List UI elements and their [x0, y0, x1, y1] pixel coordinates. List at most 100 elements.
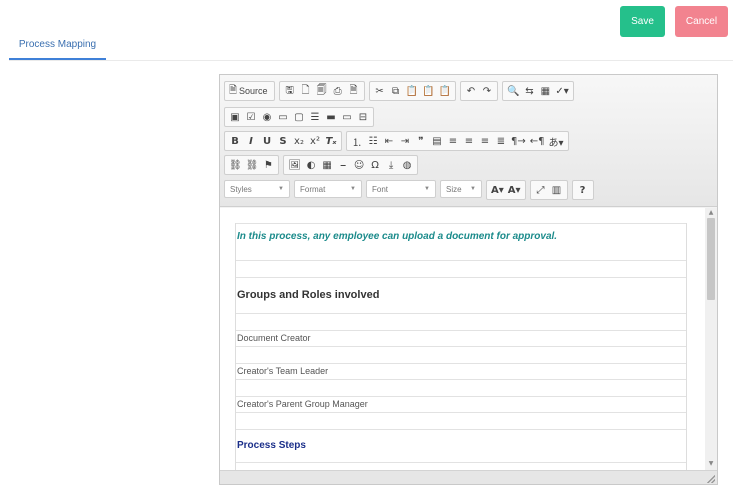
- table-row: [236, 260, 686, 277]
- ltr-icon[interactable]: ¶→: [509, 133, 528, 149]
- editor-content[interactable]: In this process, any employee can upload…: [220, 208, 705, 470]
- div-icon[interactable]: ▤: [429, 133, 445, 149]
- toolbar-group: ⤢ ▥: [529, 180, 568, 200]
- special-char-icon[interactable]: Ω: [367, 157, 383, 173]
- strike-icon[interactable]: S: [275, 133, 291, 149]
- outdent-icon[interactable]: ⇤: [381, 133, 397, 149]
- toolbar-group: ⒈ ☷ ⇤ ⇥ ❞ ▤ ≡ ≡ ≡ ≣ ¶→ ←¶ あ▾: [346, 131, 569, 151]
- redo-icon[interactable]: ↷: [479, 83, 495, 99]
- text-color-icon[interactable]: A▾: [489, 182, 506, 198]
- horizontal-line-icon[interactable]: ⎯: [335, 157, 351, 173]
- remove-format-icon[interactable]: Tₓ: [323, 133, 339, 149]
- bold-icon[interactable]: B: [227, 133, 243, 149]
- toolbar-group: ?: [571, 180, 594, 200]
- cut-icon[interactable]: ✂: [372, 83, 388, 99]
- roles-heading: Groups and Roles involved: [236, 277, 686, 313]
- toolbar-group: ⛓ ⛓ ⚑: [224, 155, 280, 175]
- undo-icon[interactable]: ↶: [463, 83, 479, 99]
- editor-scrollbar[interactable]: ▲ ▼: [705, 208, 717, 470]
- save-button[interactable]: Save: [620, 6, 665, 37]
- select-all-icon[interactable]: ▦: [537, 83, 553, 99]
- italic-icon[interactable]: I: [243, 133, 259, 149]
- numbered-list-icon[interactable]: ⒈: [349, 133, 365, 149]
- bg-color-icon[interactable]: A▾: [506, 182, 523, 198]
- textarea-icon[interactable]: ▢: [291, 109, 307, 125]
- indent-icon[interactable]: ⇥: [397, 133, 413, 149]
- find-icon[interactable]: 🔍: [505, 83, 521, 99]
- chevron-down-icon: ▼: [350, 186, 356, 192]
- format-combo[interactable]: Format ▼: [294, 180, 362, 198]
- font-combo[interactable]: Font ▼: [366, 180, 436, 198]
- new-page-icon[interactable]: 🗋: [298, 83, 314, 99]
- align-right-icon[interactable]: ≡: [477, 133, 493, 149]
- table-icon[interactable]: ▦: [319, 157, 335, 173]
- align-center-icon[interactable]: ≡: [461, 133, 477, 149]
- textfield-icon[interactable]: ▭: [275, 109, 291, 125]
- checkbox-icon[interactable]: ☑: [243, 109, 259, 125]
- table-row: [236, 346, 686, 363]
- paste-text-icon[interactable]: 📋: [420, 83, 436, 99]
- toolbar-group: ↶ ↷: [459, 81, 498, 101]
- print-icon[interactable]: ⎙: [330, 83, 346, 99]
- font-combo-label: Font: [372, 184, 389, 194]
- toolbar-group: ✂ ⧉ 📋 📋 📋: [368, 81, 456, 101]
- table-row: [236, 313, 686, 330]
- underline-icon[interactable]: U: [259, 133, 275, 149]
- bulleted-list-icon[interactable]: ☷: [365, 133, 381, 149]
- toolbar-row-document: 🗎 Source 🖫 🗋 🗐 ⎙ 🗎 ✂ ⧉ 📋 📋 📋 ↶ ↷ 🔍 ⇆ ▦ ✓▾: [224, 81, 574, 101]
- editor-statusbar: [220, 470, 717, 484]
- size-combo-label: Size: [446, 184, 462, 194]
- resize-handle-icon[interactable]: [707, 475, 715, 483]
- toolbar-row-insert: ⛓ ⛓ ⚑ 🖼 ◐ ▦ ⎯ ☺ Ω ⤓ ◍: [224, 155, 419, 175]
- anchor-icon[interactable]: ⚑: [260, 157, 276, 173]
- superscript-icon[interactable]: x²: [307, 133, 323, 149]
- help-icon[interactable]: ?: [575, 182, 591, 198]
- scroll-up-icon[interactable]: ▲: [706, 209, 716, 217]
- subscript-icon[interactable]: x₂: [291, 133, 307, 149]
- iframe-icon[interactable]: ◍: [399, 157, 415, 173]
- chevron-down-icon: ▼: [470, 186, 476, 192]
- spellcheck-icon[interactable]: ✓▾: [553, 83, 570, 99]
- copy-icon[interactable]: ⧉: [388, 83, 404, 99]
- scrollbar-thumb[interactable]: [707, 218, 715, 300]
- toolbar-group: 🗎 Source: [224, 81, 275, 101]
- toolbar-row-styles: Styles ▼ Format ▼ Font ▼ Size ▼ A▾ A▾ ⤢ ▥?: [224, 180, 594, 200]
- toolbar-group: 🔍 ⇆ ▦ ✓▾: [501, 81, 574, 101]
- hidden-field-icon[interactable]: ⊟: [355, 109, 371, 125]
- unlink-icon[interactable]: ⛓: [244, 157, 261, 173]
- blockquote-icon[interactable]: ❞: [413, 133, 429, 149]
- button-icon[interactable]: ▬: [323, 109, 339, 125]
- paste-icon[interactable]: 📋: [404, 83, 420, 99]
- image-button-icon[interactable]: ▭: [339, 109, 355, 125]
- save-doc-icon[interactable]: 🖫: [282, 83, 298, 99]
- document-body[interactable]: In this process, any employee can upload…: [235, 223, 687, 470]
- rtl-icon[interactable]: ←¶: [528, 133, 547, 149]
- source-icon[interactable]: 🗎 Source: [227, 83, 272, 99]
- table-row: [236, 412, 686, 429]
- paste-word-icon[interactable]: 📋: [436, 83, 452, 99]
- radio-icon[interactable]: ◉: [259, 109, 275, 125]
- size-combo[interactable]: Size ▼: [440, 180, 482, 198]
- table-row: [236, 379, 686, 396]
- link-icon[interactable]: ⛓: [227, 157, 244, 173]
- tab-divider: [9, 60, 733, 61]
- cancel-button[interactable]: Cancel: [675, 6, 728, 37]
- image-icon[interactable]: 🖼: [286, 157, 303, 173]
- preview-icon[interactable]: 🗐: [314, 83, 330, 99]
- show-blocks-icon[interactable]: ▥: [549, 182, 565, 198]
- language-icon[interactable]: あ▾: [547, 133, 566, 149]
- form-icon[interactable]: ▣: [227, 109, 243, 125]
- flash-icon[interactable]: ◐: [303, 157, 319, 173]
- page-break-icon[interactable]: ⤓: [383, 157, 399, 173]
- styles-combo[interactable]: Styles ▼: [224, 180, 290, 198]
- replace-icon[interactable]: ⇆: [521, 83, 537, 99]
- toolbar-group: ▣ ☑ ◉ ▭ ▢ ☰ ▬ ▭ ⊟: [224, 107, 374, 127]
- justify-icon[interactable]: ≣: [493, 133, 509, 149]
- scroll-down-icon[interactable]: ▼: [706, 460, 716, 468]
- select-icon[interactable]: ☰: [307, 109, 323, 125]
- maximize-icon[interactable]: ⤢: [533, 182, 549, 198]
- templates-icon[interactable]: 🗎: [346, 83, 362, 99]
- toolbar-row-formatting: B I U Sx₂ x² Tₓ ⒈ ☷ ⇤ ⇥ ❞ ▤ ≡ ≡ ≡ ≣ ¶→ ←¶ あ▾: [224, 131, 569, 151]
- smiley-icon[interactable]: ☺: [351, 157, 367, 173]
- align-left-icon[interactable]: ≡: [445, 133, 461, 149]
